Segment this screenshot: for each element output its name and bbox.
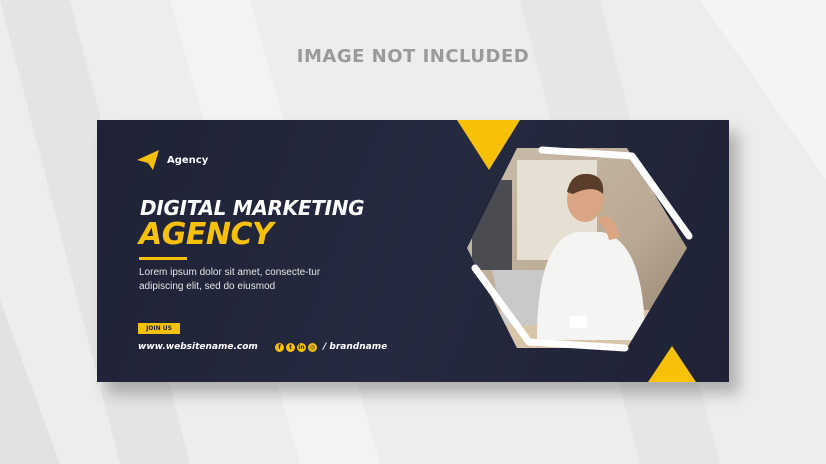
join-us-button[interactable]: JOIN US (138, 323, 180, 334)
image-not-included-label: IMAGE NOT INCLUDED (296, 46, 530, 67)
bottom-triangle-shape (648, 346, 696, 382)
brand-row: Agency (137, 150, 208, 170)
photo-hexagon (467, 148, 687, 348)
headline-underline (139, 257, 187, 260)
brand-name: Agency (167, 154, 209, 166)
website-link[interactable]: www.websitename.com (138, 342, 258, 352)
brandname-handle: / brandname (323, 342, 388, 352)
instagram-icon[interactable]: ◎ (308, 342, 317, 352)
marketing-banner: Agency DIGITAL MARKETING AGENCY Lorem ip… (97, 120, 729, 382)
linkedin-icon[interactable]: in (297, 342, 306, 352)
headline-accent: AGENCY (139, 217, 274, 252)
description-text: Lorem ipsum dolor sit amet, consecte-tur… (139, 267, 321, 292)
social-links: f t in ◎ / brandname (275, 342, 387, 352)
twitter-icon[interactable]: t (286, 342, 295, 352)
paper-plane-logo-icon (137, 150, 159, 170)
facebook-icon[interactable]: f (275, 342, 284, 352)
